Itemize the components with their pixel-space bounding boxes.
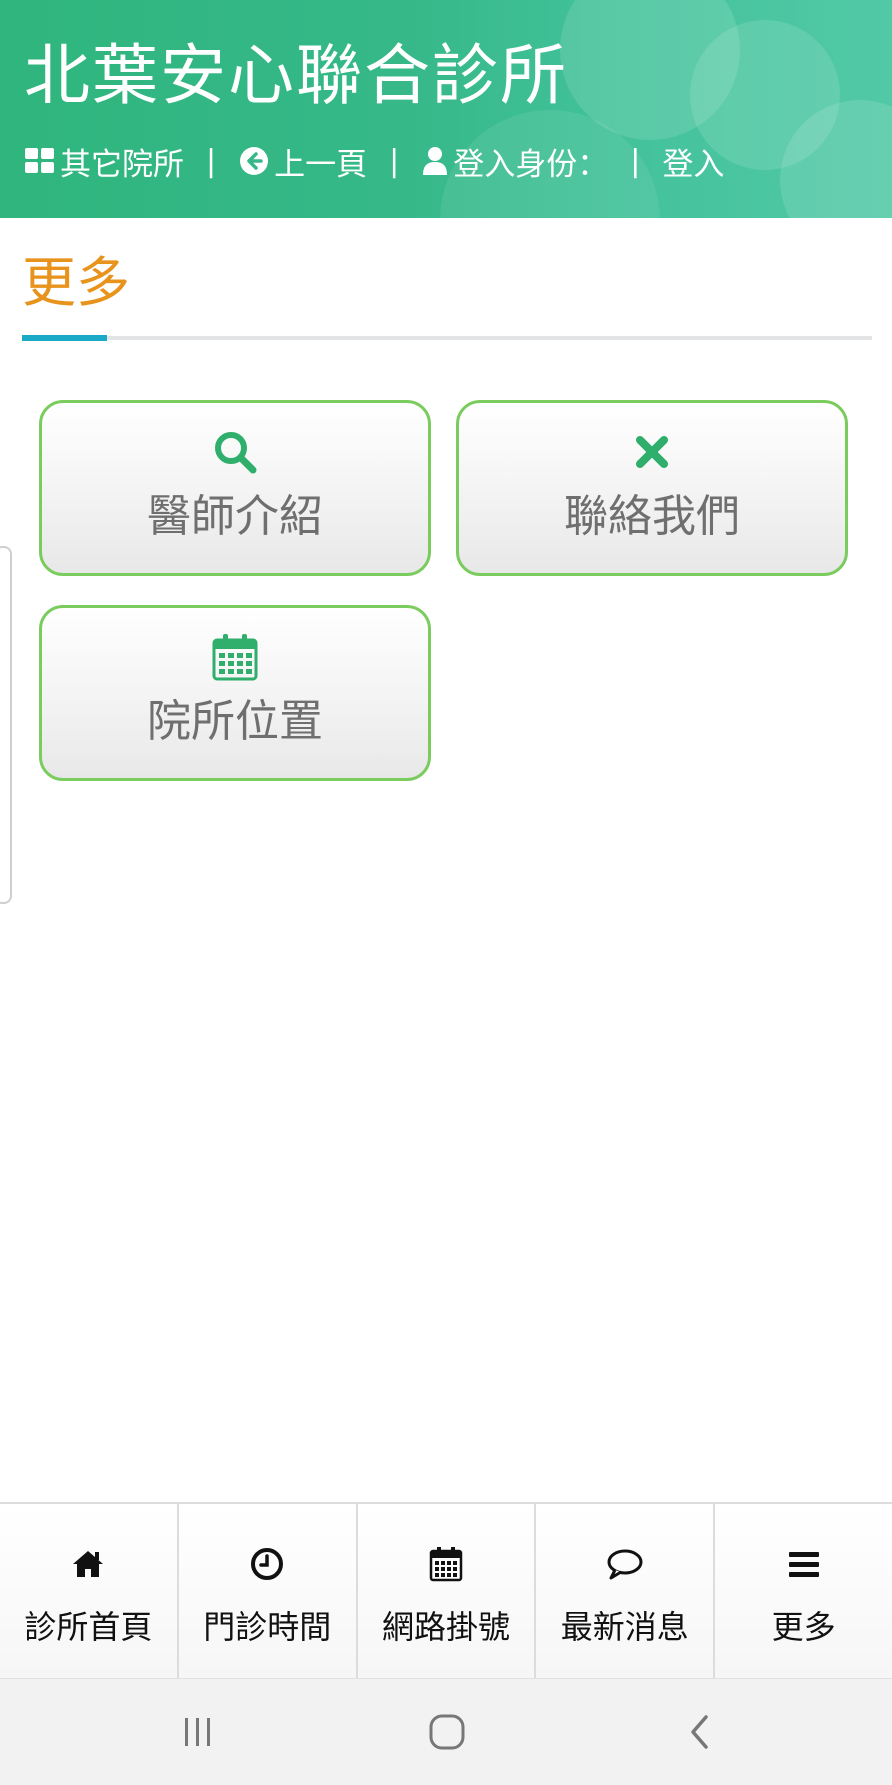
login-label: 登入 xyxy=(662,146,725,183)
site-header: 北葉安心聯合診所 其它院所 | 上一頁 | 登入身份： | 登入 xyxy=(0,0,892,218)
search-icon xyxy=(215,432,257,474)
tab-more[interactable]: 更多 xyxy=(715,1504,892,1680)
side-panel-handle[interactable] xyxy=(0,546,12,904)
tab-latest-news[interactable]: 最新消息 xyxy=(536,1504,716,1680)
chat-bubble-icon xyxy=(607,1549,643,1580)
site-title: 北葉安心聯合診所 xyxy=(24,37,568,114)
doctor-intro-button[interactable]: 醫師介紹 xyxy=(39,400,431,576)
menu-icon xyxy=(788,1552,819,1577)
clinic-location-button[interactable]: 院所位置 xyxy=(39,605,431,781)
nav-separator: | xyxy=(389,143,400,179)
calendar-icon xyxy=(212,634,258,681)
clock-icon xyxy=(251,1548,284,1580)
card-icon-wrap xyxy=(212,632,258,682)
back-label: 上一頁 xyxy=(274,146,368,183)
card-icon-wrap xyxy=(634,427,670,477)
login-identity: 登入身份： xyxy=(421,139,608,184)
title-underline xyxy=(22,335,872,341)
tab-icon-wrap xyxy=(429,1546,463,1582)
back-button[interactable] xyxy=(640,1679,760,1785)
arrow-left-circle-icon xyxy=(240,147,269,175)
grid-icon xyxy=(25,148,54,173)
header-nav: 其它院所 | 上一頁 | 登入身份： | 登入 xyxy=(24,138,724,184)
nav-separator: | xyxy=(206,143,217,179)
home-icon xyxy=(73,1551,104,1577)
bottom-tab-bar: 診所首頁 門診時間 網路掛號 最新消息 更多 xyxy=(0,1502,892,1680)
system-navigation-bar xyxy=(0,1678,892,1785)
card-label: 聯絡我們 xyxy=(564,491,740,542)
calendar-icon xyxy=(429,1547,463,1582)
tab-label: 更多 xyxy=(771,1608,836,1646)
login-identity-label: 登入身份： xyxy=(453,146,609,183)
tab-label: 最新消息 xyxy=(560,1608,689,1646)
recent-apps-icon xyxy=(185,1718,210,1746)
page-title: 更多 xyxy=(22,251,130,314)
close-icon xyxy=(636,436,668,468)
nav-separator: | xyxy=(630,143,641,179)
other-clinics-label: 其它院所 xyxy=(60,146,184,183)
tab-online-registration[interactable]: 網路掛號 xyxy=(358,1504,537,1680)
card-label: 院所位置 xyxy=(147,696,323,747)
home-circle-icon xyxy=(429,1714,465,1750)
tab-icon-wrap xyxy=(250,1546,284,1582)
tab-icon-wrap xyxy=(71,1546,105,1582)
recent-apps-button[interactable] xyxy=(138,1679,258,1785)
home-button[interactable] xyxy=(387,1679,507,1785)
tab-clinic-hours[interactable]: 門診時間 xyxy=(179,1504,358,1680)
tab-label: 網路掛號 xyxy=(381,1608,510,1646)
contact-us-button[interactable]: 聯絡我們 xyxy=(456,400,848,576)
card-icon-wrap xyxy=(212,427,258,477)
back-link[interactable]: 上一頁 xyxy=(238,139,367,184)
tab-label: 診所首頁 xyxy=(24,1608,153,1646)
back-chevron-icon xyxy=(691,1715,708,1749)
other-clinics-link[interactable]: 其它院所 xyxy=(24,139,184,184)
title-underline-accent xyxy=(22,335,107,341)
tab-icon-wrap xyxy=(788,1546,820,1582)
login-link[interactable]: 登入 xyxy=(662,139,724,184)
tab-clinic-home[interactable]: 診所首頁 xyxy=(0,1504,179,1680)
tab-label: 門診時間 xyxy=(203,1608,332,1646)
card-label: 醫師介紹 xyxy=(147,491,323,542)
tab-icon-wrap xyxy=(606,1546,644,1582)
user-icon xyxy=(423,147,448,175)
